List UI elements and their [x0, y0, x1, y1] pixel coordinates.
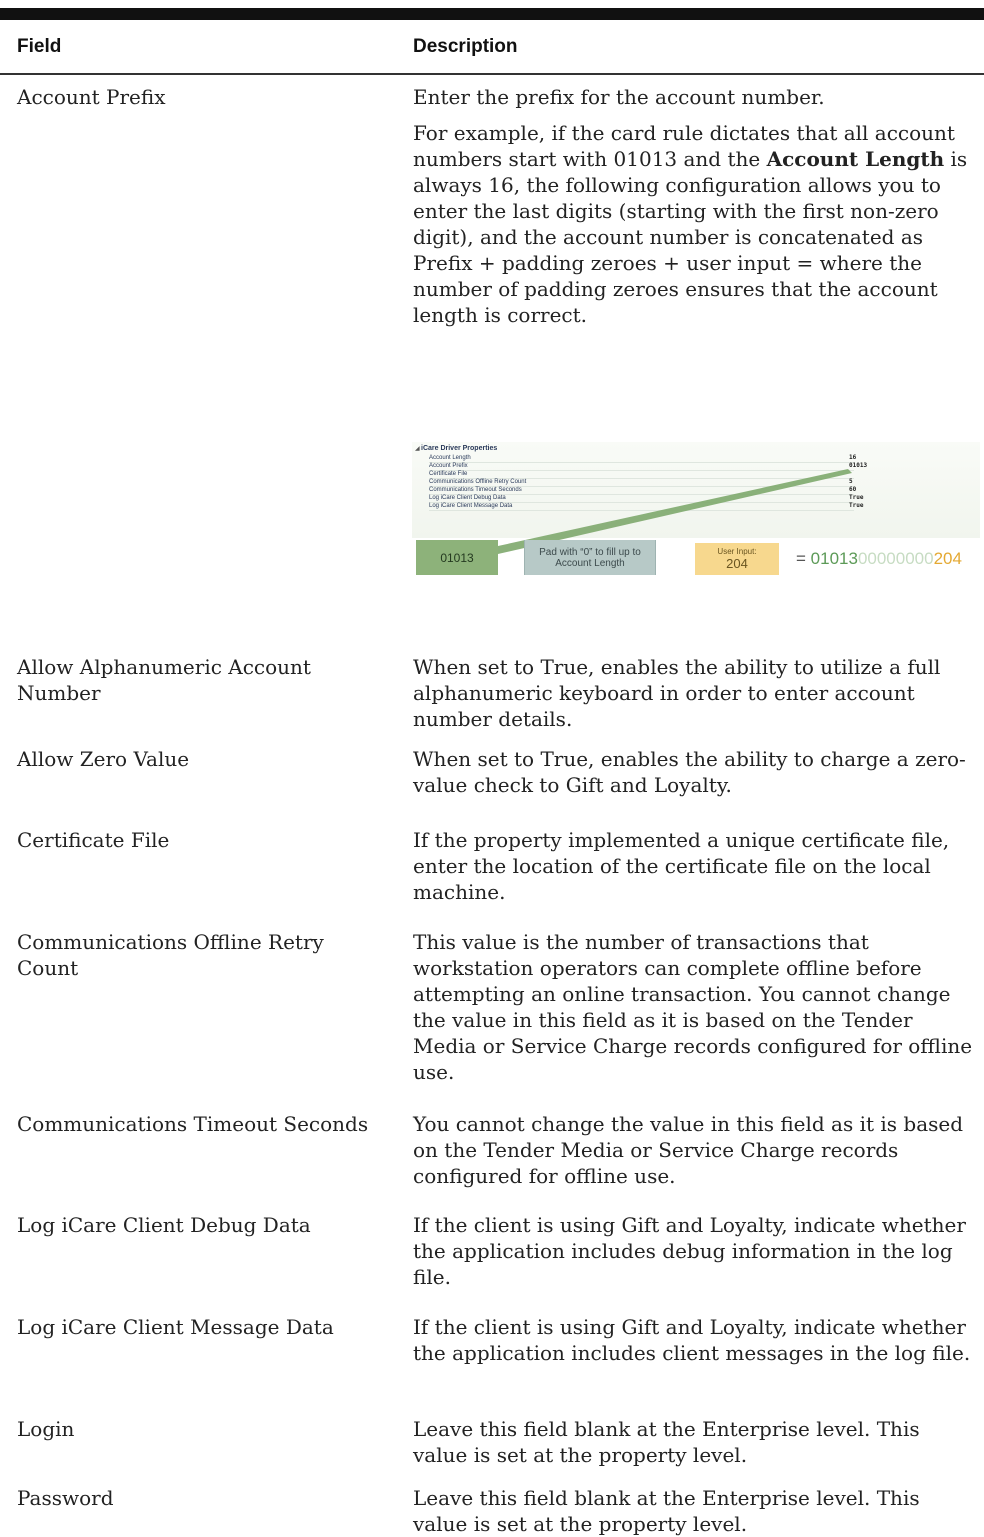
desc-account-prefix: Enter the prefix for the account number.	[413, 85, 825, 109]
account-prefix-figure: ◢ iCare Driver Properties Account Length…	[412, 442, 980, 578]
desc-login: Leave this field blank at the Enterprise…	[413, 1417, 920, 1467]
field-certificate-file: Certificate File	[17, 828, 170, 852]
desc-password: Leave this field blank at the Enterprise…	[413, 1486, 920, 1536]
field-debug-data: Log iCare Client Debug Data	[17, 1213, 311, 1237]
user-input-value: 204	[726, 556, 748, 571]
field-account-prefix: Account Prefix	[17, 85, 166, 109]
desc-certificate-file: If the property implemented a unique cer…	[413, 828, 950, 904]
padding-box: Pad with “0” to fill up to Account Lengt…	[524, 540, 656, 575]
desc-account-prefix-example: For example, if the card rule dictates t…	[413, 121, 968, 327]
description-column-header: Description	[413, 36, 518, 57]
header-rule	[0, 73, 984, 75]
concatenated-result: = 0101300000000204	[796, 549, 962, 568]
field-message-data: Log iCare Client Message Data	[17, 1315, 334, 1339]
field-allow-zero-value: Allow Zero Value	[17, 747, 190, 771]
desc-debug-data: If the client is using Gift and Loyalty,…	[413, 1213, 966, 1289]
top-rule	[0, 8, 984, 20]
field-timeout-seconds: Communications Timeout Seconds	[17, 1112, 369, 1136]
desc-allow-alphanumeric: When set to True, enables the ability to…	[413, 655, 941, 731]
field-offline-retry-count: Communications Offline Retry Count	[17, 930, 324, 980]
prefix-box: 01013	[416, 540, 498, 575]
field-column-header: Field	[17, 36, 62, 57]
field-password: Password	[17, 1486, 114, 1510]
user-input-box: User Input: 204	[695, 543, 779, 575]
desc-timeout-seconds: You cannot change the value in this fiel…	[413, 1112, 964, 1188]
desc-message-data: If the client is using Gift and Loyalty,…	[413, 1315, 971, 1365]
desc-allow-zero-value: When set to True, enables the ability to…	[413, 747, 966, 797]
desc-offline-retry-count: This value is the number of transactions…	[413, 930, 973, 1084]
field-allow-alphanumeric: Allow Alphanumeric Account Number	[17, 655, 311, 705]
account-length-bold: Account Length	[766, 147, 945, 171]
field-login: Login	[17, 1417, 75, 1441]
